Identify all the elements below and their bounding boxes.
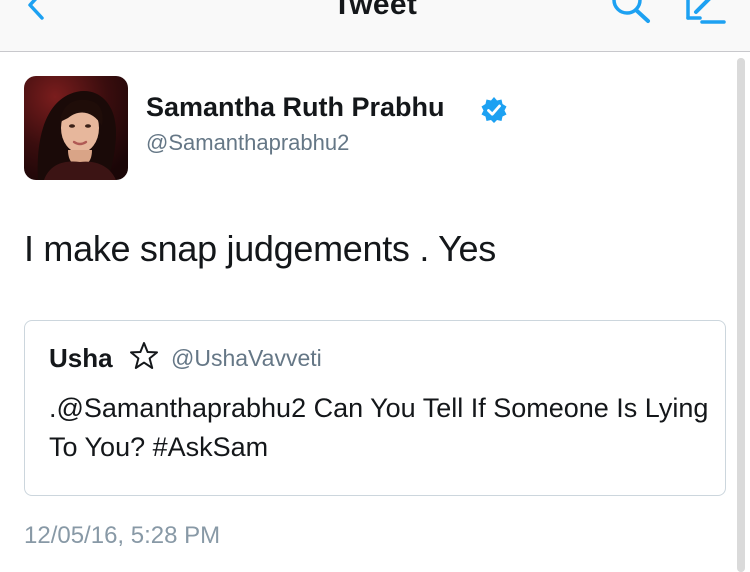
compose-icon[interactable] [680, 0, 728, 28]
quoted-author-handle: @UshaVavveti [171, 345, 322, 371]
search-icon[interactable] [608, 0, 654, 28]
tweet-timestamp: 12/05/16, 5:28 PM [24, 522, 221, 549]
verified-badge-icon [480, 96, 508, 124]
avatar[interactable] [24, 76, 128, 180]
quoted-author-name: Usha [49, 343, 113, 373]
scrollbar[interactable] [737, 58, 745, 572]
quoted-tweet-card[interactable]: Usha @UshaVavveti .@Samanthaprabhu2 Can … [24, 320, 726, 496]
author-handle[interactable]: @Samanthaprabhu2 [146, 130, 349, 156]
star-outline-icon [129, 341, 159, 371]
quoted-tweet-text: .@Samanthaprabhu2 Can You Tell If Someon… [49, 393, 709, 462]
scrollbar-thumb[interactable] [737, 58, 745, 572]
navigation-bar: Tweet [0, 0, 750, 52]
tweet-text: I make snap judgements . Yes [24, 228, 496, 269]
author-name[interactable]: Samantha Ruth Prabhu [146, 92, 445, 123]
